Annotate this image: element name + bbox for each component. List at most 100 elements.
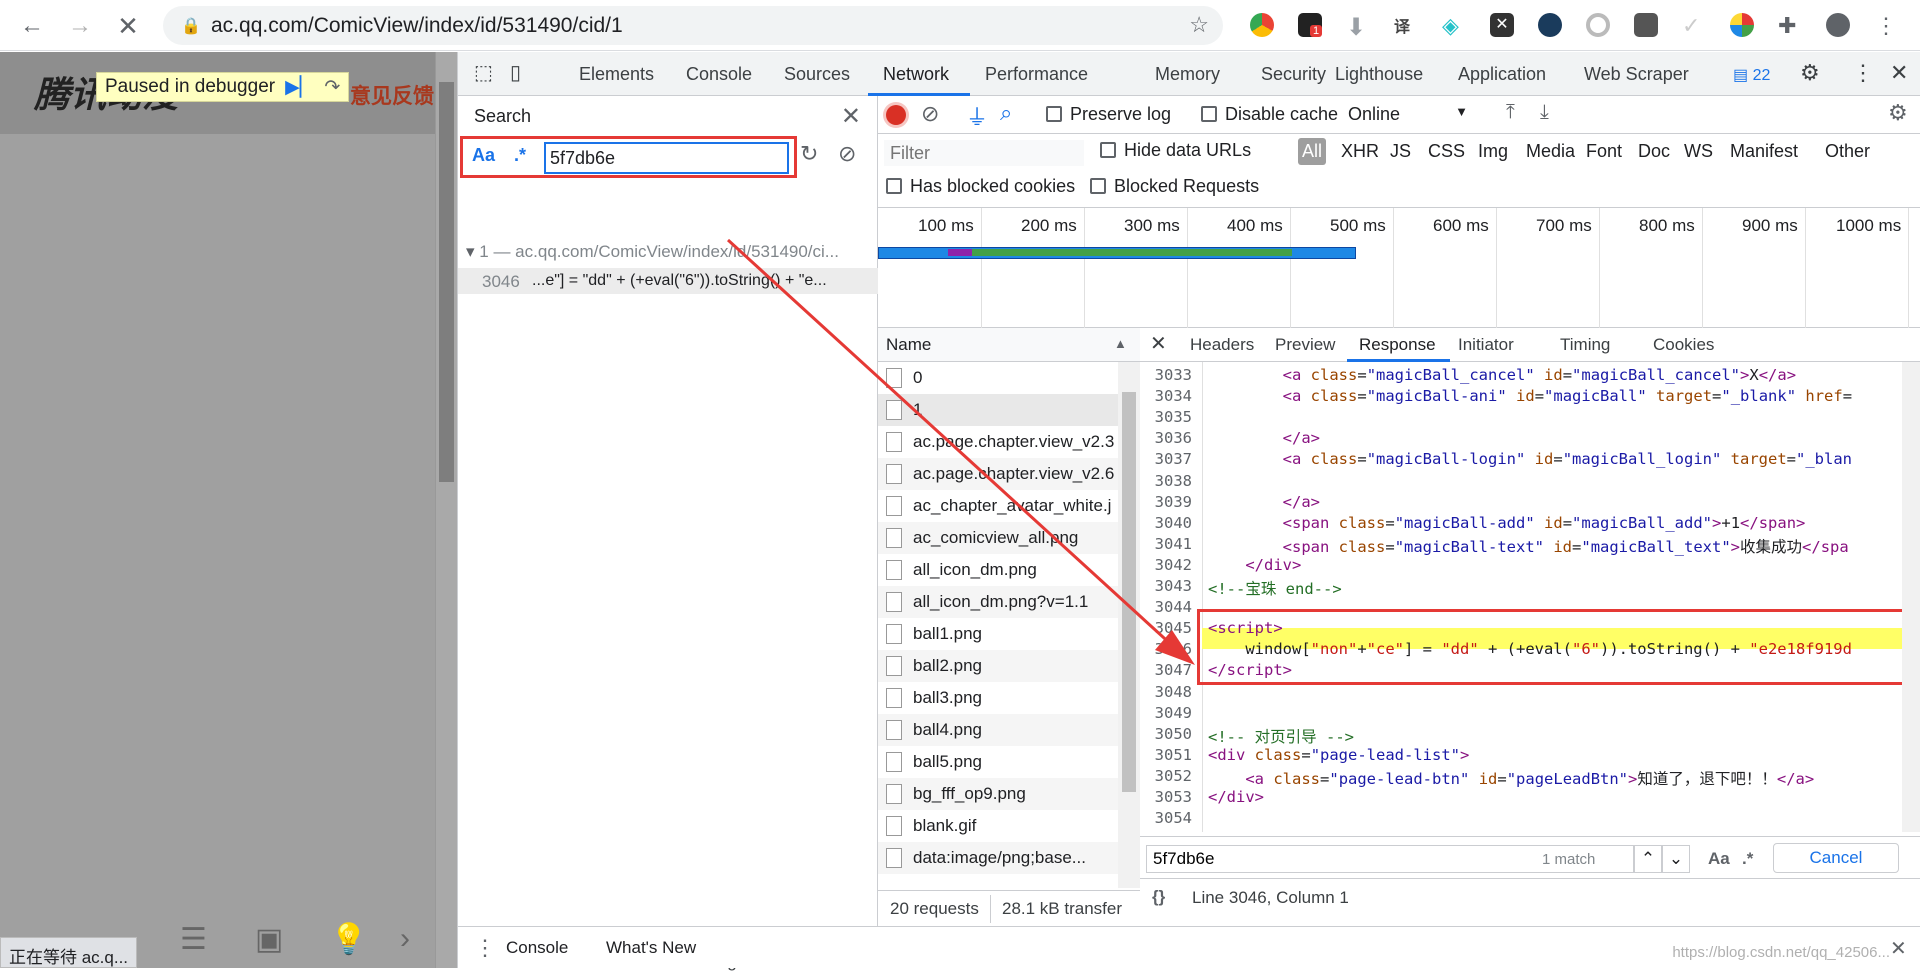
request-list-scrollbar-thumb[interactable]	[1122, 392, 1136, 792]
inspect-icon[interactable]: ⬚	[474, 60, 493, 85]
match-case-button[interactable]: Aa	[472, 145, 495, 166]
find-regex-button[interactable]: .*	[1742, 849, 1753, 869]
type-all[interactable]: All	[1298, 138, 1327, 165]
view-icon[interactable]: ▣	[255, 922, 283, 957]
network-overview[interactable]: 100 ms 200 ms 300 ms 400 ms 500 ms 600 m…	[878, 208, 1920, 328]
refresh-icon[interactable]: ↻	[800, 141, 818, 167]
tab-preview[interactable]: Preview	[1275, 335, 1335, 355]
code-scrollbar[interactable]	[1902, 362, 1920, 832]
network-settings-icon[interactable]: ⚙	[1888, 100, 1908, 126]
search-icon[interactable]: ⌕	[1000, 100, 1012, 126]
cancel-button[interactable]: Cancel	[1773, 843, 1899, 873]
camera-icon[interactable]	[1634, 13, 1658, 37]
close-drawer-icon[interactable]: ✕	[1890, 936, 1907, 961]
next-match-icon[interactable]: ⌄	[1662, 845, 1690, 873]
find-case-button[interactable]: Aa	[1708, 849, 1730, 869]
preserve-log-checkbox[interactable]: Preserve log	[1046, 104, 1171, 125]
filter-icon[interactable]: ⏚	[966, 100, 988, 132]
puzzle-icon[interactable]: ✚	[1778, 13, 1802, 38]
export-icon[interactable]: ⤓	[1540, 101, 1549, 124]
tab-initiator[interactable]: Initiator	[1458, 335, 1514, 355]
request-row[interactable]: ball5.png	[878, 746, 1118, 778]
tab-web-scraper[interactable]: Web Scraper	[1584, 64, 1689, 85]
profile-icon[interactable]	[1826, 13, 1850, 37]
request-row[interactable]: all_icon_dm.png?v=1.1	[878, 586, 1118, 618]
name-column-header[interactable]: Name ▲	[878, 328, 1140, 362]
tab-timing[interactable]: Timing	[1560, 335, 1610, 355]
close-detail-icon[interactable]: ✕	[1150, 331, 1167, 356]
tab-elements[interactable]: Elements	[579, 64, 654, 85]
device-toggle-icon[interactable]: ▯	[510, 60, 521, 85]
type-media[interactable]: Media	[1526, 141, 1575, 162]
settings-gear-icon[interactable]: ⚙	[1800, 60, 1820, 86]
stop-icon[interactable]: ✕	[110, 8, 146, 44]
check-icon[interactable]: ✓	[1682, 13, 1706, 38]
drawer-tab-whats-new[interactable]: What's New	[606, 938, 696, 958]
record-icon[interactable]	[886, 105, 906, 125]
type-manifest[interactable]: Manifest	[1730, 141, 1798, 162]
bookmark-star-icon[interactable]: ☆	[1189, 12, 1209, 38]
tab-cookies[interactable]: Cookies	[1653, 335, 1714, 355]
request-row[interactable]: 0	[878, 362, 1118, 394]
drawer-menu-icon[interactable]: ⋮	[474, 935, 496, 961]
messages-icon[interactable]: ▤ 22	[1733, 65, 1770, 85]
response-source[interactable]: 3033 <a class="magicBall_cancel" id="mag…	[1140, 362, 1920, 832]
next-arrow-icon[interactable]: ›	[400, 922, 410, 956]
step-over-icon[interactable]: ↷	[324, 76, 340, 99]
close-search-icon[interactable]: ✕	[841, 102, 861, 131]
clear-log-icon[interactable]: ⊘	[921, 101, 939, 127]
x-ext-icon[interactable]: ✕	[1490, 13, 1514, 37]
tab-network[interactable]: Network	[883, 64, 949, 85]
diamond-icon[interactable]: ◈	[1442, 13, 1466, 38]
request-row[interactable]: ac_chapter_avatar_white.j	[878, 490, 1118, 522]
type-xhr[interactable]: XHR	[1341, 141, 1379, 162]
throttle-select[interactable]: Online ▼	[1348, 104, 1468, 125]
address-bar[interactable]: 🔒 ac.qq.com/ComicView/index/id/531490/ci…	[163, 6, 1223, 45]
hide-data-urls-checkbox[interactable]: Hide data URLs	[1100, 140, 1251, 161]
tab-response[interactable]: Response	[1359, 335, 1436, 355]
resume-icon[interactable]: ▶▏	[285, 76, 314, 99]
request-row[interactable]: ball2.png	[878, 650, 1118, 682]
prev-match-icon[interactable]: ⌃	[1634, 845, 1662, 873]
search-result-file[interactable]: ▾ 1 — ac.qq.com/ComicView/index/id/53149…	[466, 242, 839, 262]
circle-ext-icon[interactable]	[1586, 13, 1610, 37]
download-icon[interactable]: ⬇	[1346, 13, 1370, 41]
url-text[interactable]: ac.qq.com/ComicView/index/id/531490/cid/…	[211, 14, 623, 38]
type-font[interactable]: Font	[1586, 141, 1622, 162]
tab-sources[interactable]: Sources	[784, 64, 850, 85]
light-bulb-icon[interactable]: 💡	[330, 922, 367, 957]
cloud-icon[interactable]	[1538, 13, 1562, 37]
clear-icon[interactable]: ⊘	[838, 141, 856, 167]
pretty-print-icon[interactable]: {}	[1152, 887, 1165, 907]
ext-red-badge-icon[interactable]: 1	[1298, 13, 1323, 37]
forward-icon[interactable]: →	[62, 8, 98, 44]
request-row[interactable]: ball1.png	[878, 618, 1118, 650]
page-scrollbar[interactable]	[435, 52, 457, 968]
request-row[interactable]: ac.page.chapter.view_v2.3	[878, 426, 1118, 458]
request-row[interactable]: blank.gif	[878, 810, 1118, 842]
page-scrollbar-thumb[interactable]	[439, 82, 454, 482]
tab-lighthouse[interactable]: Lighthouse	[1335, 64, 1423, 85]
chrome-icon[interactable]	[1250, 13, 1274, 37]
globe-icon[interactable]	[1730, 13, 1754, 37]
menu-dots-icon[interactable]: ⋮	[1874, 13, 1898, 38]
tab-security[interactable]: Security	[1261, 64, 1326, 85]
tab-headers[interactable]: Headers	[1190, 335, 1254, 355]
back-icon[interactable]: ←	[14, 8, 50, 44]
close-devtools-icon[interactable]: ✕	[1890, 60, 1908, 86]
translate-icon[interactable]: 译	[1394, 13, 1418, 37]
type-other[interactable]: Other	[1825, 141, 1870, 162]
request-list-scrollbar[interactable]	[1118, 362, 1140, 888]
drawer-tab-console[interactable]: Console	[506, 938, 568, 958]
type-js[interactable]: JS	[1390, 141, 1411, 162]
request-row[interactable]: data:image/png;base...	[878, 842, 1118, 874]
type-img[interactable]: Img	[1478, 141, 1508, 162]
filter-input[interactable]	[884, 140, 1084, 166]
type-css[interactable]: CSS	[1428, 141, 1465, 162]
tab-performance[interactable]: Performance	[985, 64, 1088, 85]
more-options-icon[interactable]: ⋮	[1852, 60, 1874, 86]
disable-cache-checkbox[interactable]: Disable cache	[1201, 104, 1338, 125]
list-icon[interactable]: ☰	[180, 922, 207, 957]
regex-button[interactable]: .*	[514, 145, 526, 166]
tab-application[interactable]: Application	[1458, 64, 1546, 85]
